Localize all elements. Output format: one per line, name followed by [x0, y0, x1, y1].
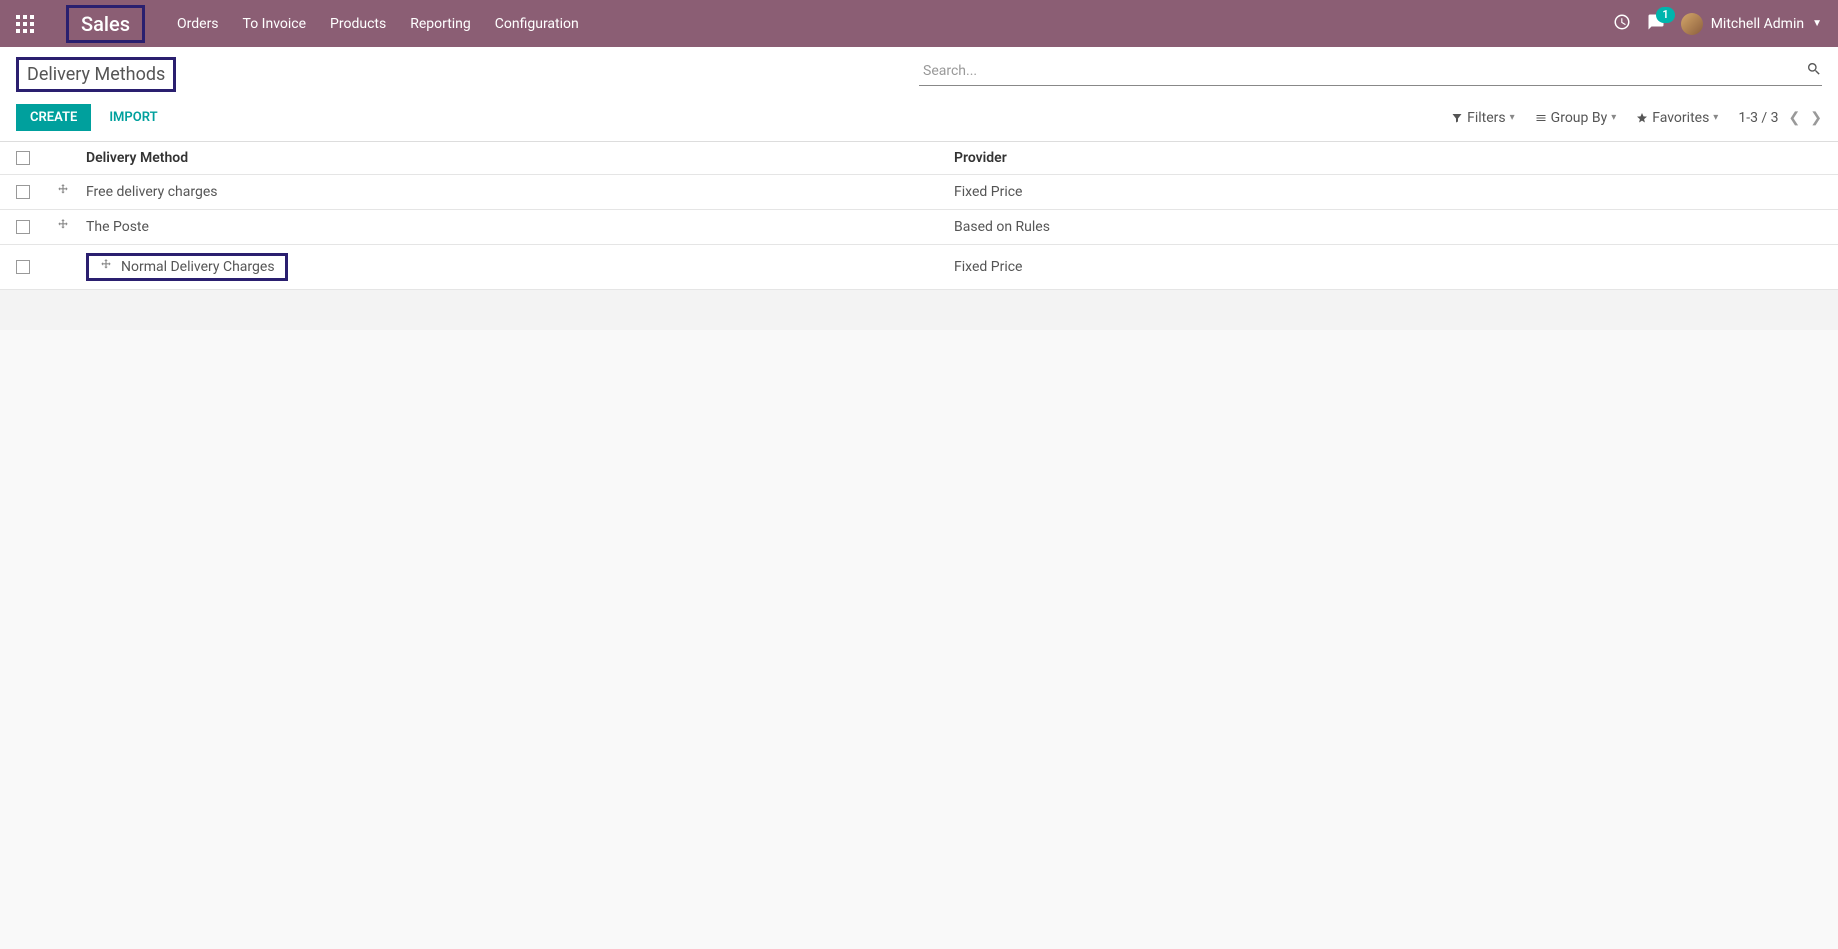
navbar: Sales Orders To Invoice Products Reporti… [0, 0, 1838, 47]
chevron-down-icon: ▾ [1713, 112, 1718, 123]
pager-next[interactable]: ❯ [1810, 110, 1822, 126]
row-provider: Fixed Price [954, 184, 1822, 200]
apps-icon[interactable] [16, 15, 34, 33]
chevron-down-icon: ▾ [1611, 112, 1616, 123]
row-name: Normal Delivery Charges [121, 259, 275, 275]
table-row[interactable]: The Poste Based on Rules [0, 210, 1838, 245]
search-area [919, 57, 1822, 86]
app-title[interactable]: Sales [66, 5, 145, 43]
nav-link-reporting[interactable]: Reporting [410, 16, 471, 32]
user-menu[interactable]: Mitchell Admin ▼ [1681, 13, 1822, 35]
row-checkbox[interactable] [16, 220, 30, 234]
row-name: The Poste [86, 219, 954, 235]
filter-group: Filters ▾ Group By ▾ Favorites ▾ [1451, 110, 1718, 126]
table: Delivery Method Provider Free delivery c… [0, 142, 1838, 290]
row-provider: Based on Rules [954, 219, 1822, 235]
pager-text: 1-3 / 3 [1738, 110, 1778, 126]
table-header: Delivery Method Provider [0, 142, 1838, 175]
table-row[interactable]: Free delivery charges Fixed Price [0, 175, 1838, 210]
groupby-label: Group By [1551, 110, 1608, 126]
nav-link-to-invoice[interactable]: To Invoice [243, 16, 307, 32]
filter-icon [1451, 112, 1463, 124]
filters-button[interactable]: Filters ▾ [1451, 110, 1515, 126]
subheader: Delivery Methods CREATE IMPORT Filters ▾… [0, 47, 1838, 142]
row-checkbox[interactable] [16, 260, 30, 274]
chevron-down-icon: ▾ [1510, 112, 1515, 123]
chat-badge: 1 [1656, 7, 1674, 23]
select-all-checkbox[interactable] [16, 151, 30, 165]
row-name: Free delivery charges [86, 184, 954, 200]
empty-area [0, 290, 1838, 330]
nav-link-products[interactable]: Products [330, 16, 386, 32]
drag-handle-icon[interactable] [56, 218, 86, 236]
nav-links: Orders To Invoice Products Reporting Con… [177, 16, 579, 32]
row-highlighted: Normal Delivery Charges [86, 253, 288, 281]
import-button[interactable]: IMPORT [109, 110, 157, 125]
clock-icon[interactable] [1613, 13, 1631, 35]
drag-handle-icon[interactable] [99, 258, 113, 276]
search-input[interactable] [919, 57, 1822, 86]
star-icon [1636, 112, 1648, 124]
pager: 1-3 / 3 ❮ ❯ [1738, 110, 1822, 126]
row-checkbox[interactable] [16, 185, 30, 199]
pager-prev[interactable]: ❮ [1789, 110, 1801, 126]
chevron-down-icon: ▼ [1812, 18, 1822, 29]
search-icon[interactable] [1806, 61, 1822, 81]
favorites-button[interactable]: Favorites ▾ [1636, 110, 1718, 126]
drag-handle-icon[interactable] [56, 183, 86, 201]
nav-link-configuration[interactable]: Configuration [495, 16, 579, 32]
create-button[interactable]: CREATE [16, 104, 91, 131]
col-provider[interactable]: Provider [954, 150, 1822, 166]
groupby-button[interactable]: Group By ▾ [1535, 110, 1617, 126]
nav-link-orders[interactable]: Orders [177, 16, 219, 32]
avatar [1681, 13, 1703, 35]
user-name: Mitchell Admin [1711, 16, 1804, 32]
favorites-label: Favorites [1652, 110, 1709, 126]
navbar-right: 1 Mitchell Admin ▼ [1613, 13, 1822, 35]
filters-label: Filters [1467, 110, 1506, 126]
chat-icon-wrap[interactable]: 1 [1647, 13, 1665, 35]
row-provider: Fixed Price [954, 259, 1822, 275]
page-title: Delivery Methods [16, 57, 176, 92]
groupby-icon [1535, 112, 1547, 124]
table-row[interactable]: Normal Delivery Charges Fixed Price [0, 245, 1838, 290]
col-delivery-method[interactable]: Delivery Method [86, 150, 954, 166]
